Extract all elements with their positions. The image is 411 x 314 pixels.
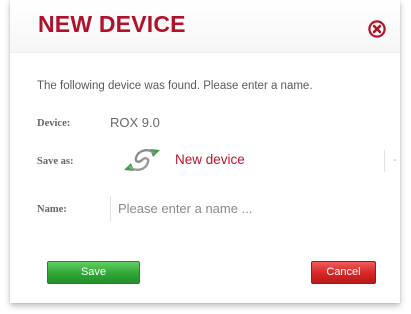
name-input[interactable]: [114, 196, 364, 220]
sync-arrows-icon: [120, 144, 164, 176]
save-as-device-name[interactable]: New device: [175, 152, 245, 167]
close-icon[interactable]: [368, 20, 386, 38]
save-as-divider: [384, 150, 385, 172]
device-value: ROX 9.0: [110, 115, 160, 130]
save-button[interactable]: Save: [47, 261, 140, 284]
save-as-dash: -: [393, 152, 397, 166]
device-label: Device:: [37, 118, 71, 129]
name-label: Name:: [37, 204, 67, 215]
save-as-label: Save as:: [37, 156, 74, 167]
cancel-button[interactable]: Cancel: [311, 261, 376, 284]
intro-text: The following device was found. Please e…: [37, 80, 313, 92]
dialog-title: NEW DEVICE: [38, 11, 186, 37]
name-input-left-border: [110, 196, 111, 222]
new-device-dialog: NEW DEVICE The following device was foun…: [10, 0, 400, 303]
dialog-header: NEW DEVICE: [10, 0, 400, 53]
